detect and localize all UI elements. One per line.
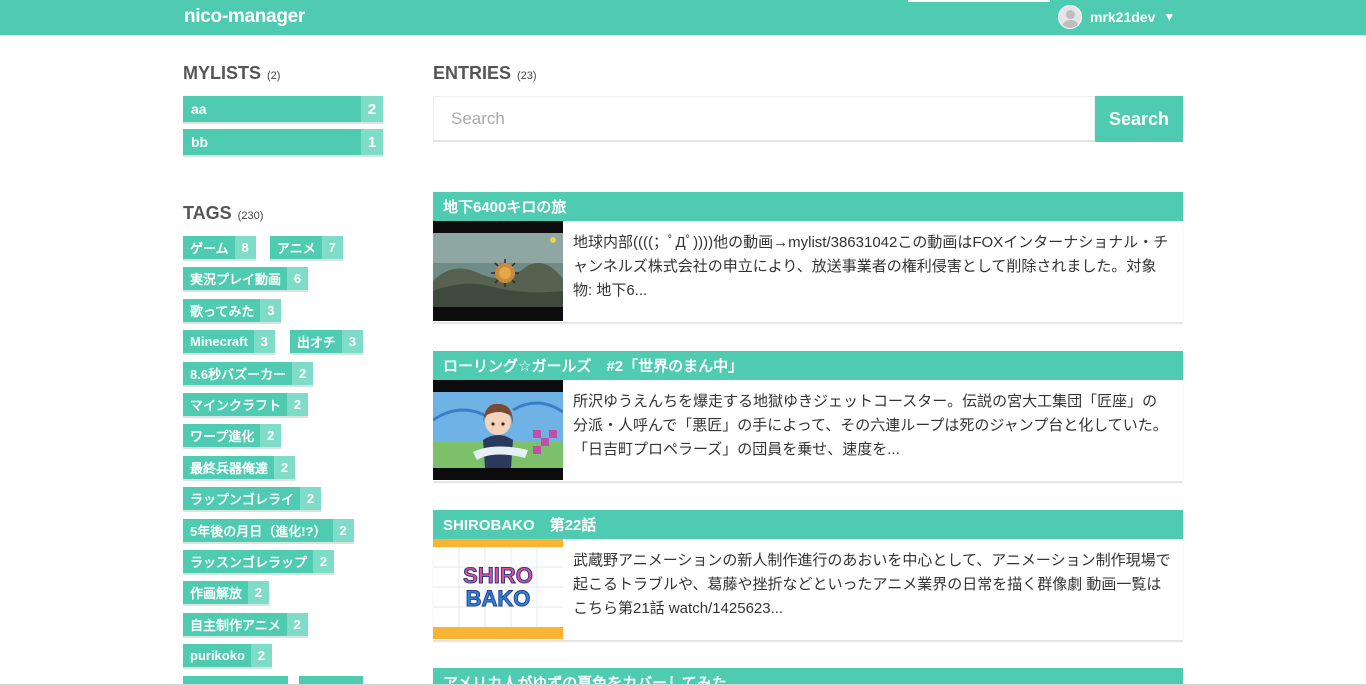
thumbnail-image bbox=[433, 392, 563, 468]
entry-body: 所沢ゆうえんちを爆走する地獄ゆきジェットコースター。伝説の宮大工集団「匠座」の分… bbox=[433, 380, 1183, 481]
tag-item[interactable]: 5年後の月日（進化!?） 2 bbox=[183, 519, 354, 542]
entry-body: SHIRO BAKO 武蔵野アニメーションの新人制作進行のあおいを中心として、ア… bbox=[433, 539, 1183, 640]
tag-label: 作画解放 bbox=[190, 586, 243, 601]
entries-count: (23) bbox=[517, 70, 537, 82]
mylist-item-aa[interactable]: aa 2 bbox=[183, 96, 383, 122]
brand-logo[interactable]: nico-manager bbox=[184, 6, 305, 28]
mylist-label: aa bbox=[191, 101, 207, 117]
username[interactable]: mrk21dev bbox=[1090, 9, 1155, 25]
tag-label: 歌ってみた bbox=[190, 304, 255, 319]
tag-item[interactable]: アニメ 7 bbox=[270, 236, 343, 259]
entry-card: ローリング☆ガールズ #2「世界のまん中」 所沢ゆうえんちを爆走する地獄ゆきジェ… bbox=[433, 351, 1183, 481]
tag-item[interactable]: 出オチ 3 bbox=[290, 330, 364, 353]
tag-item[interactable]: ラップンゴレライ 2 bbox=[183, 487, 322, 510]
video-thumbnail[interactable]: SHIRO BAKO bbox=[433, 539, 563, 639]
tag-label: ラップンゴレライ bbox=[190, 492, 295, 507]
tag-count: 2 bbox=[286, 613, 308, 636]
tag-count: 3 bbox=[260, 299, 282, 322]
video-thumbnail[interactable] bbox=[433, 221, 563, 321]
entry-description: 所沢ゆうえんちを爆走する地獄ゆきジェットコースター。伝説の宮大工集団「匠座」の分… bbox=[573, 393, 1168, 458]
tag-item[interactable]: ワープ進化 2 bbox=[183, 424, 282, 447]
tag-label: 実況プレイ動画 bbox=[190, 272, 282, 287]
top-navbar: nico-manager mrk21dev ▼ bbox=[0, 0, 1366, 35]
tag-item[interactable]: 8.6秒バズーカー 2 bbox=[183, 362, 314, 385]
tag-count: 2 bbox=[300, 487, 322, 510]
mylists-count: (2) bbox=[267, 70, 281, 82]
entry-title[interactable]: SHIROBAKO 第22話 bbox=[433, 510, 1183, 539]
thumbnail-image: SHIRO BAKO bbox=[433, 547, 563, 627]
entry-card: 地下6400キロの旅 地球内部((((；ﾟДﾟ))))他の動画→mylist/3… bbox=[433, 192, 1183, 322]
tag-item[interactable]: 自主制作アニメ 2 bbox=[183, 613, 308, 636]
tag-item[interactable]: Minecraft 3 bbox=[183, 330, 275, 353]
entry-description: 地球内部((((；ﾟДﾟ))))他の動画→mylist/38631042この動画… bbox=[573, 234, 1169, 299]
tag-label: ワープ進化 bbox=[190, 429, 255, 444]
entries-title: ENTRIES bbox=[433, 63, 512, 83]
tag-count: 2 bbox=[292, 362, 314, 385]
tag-count: 2 bbox=[313, 550, 335, 573]
user-menu[interactable]: mrk21dev ▼ bbox=[1058, 5, 1175, 29]
tag-label: purikoko bbox=[190, 648, 245, 663]
mylist-label: bb bbox=[191, 134, 209, 150]
avatar-icon[interactable] bbox=[1058, 5, 1082, 29]
entry-title[interactable]: ローリング☆ガールズ #2「世界のまん中」 bbox=[433, 351, 1183, 380]
tag-count: 2 bbox=[248, 581, 270, 604]
tag-count: 2 bbox=[250, 644, 272, 667]
tags-count: (230) bbox=[237, 210, 264, 222]
tag-item[interactable]: マインクラフト 2 bbox=[183, 393, 309, 416]
tag-count: 2 bbox=[274, 456, 296, 479]
tags-heading: TAGS (230) bbox=[183, 203, 263, 224]
mylists-heading: MYLISTS (2) bbox=[183, 63, 280, 84]
chevron-down-icon[interactable]: ▼ bbox=[1163, 10, 1175, 24]
tag-count: 8 bbox=[234, 236, 256, 259]
entry-body: 地球内部((((；ﾟДﾟ))))他の動画→mylist/38631042この動画… bbox=[433, 221, 1183, 322]
mylists-title: MYLISTS bbox=[183, 63, 262, 83]
tags-title: TAGS bbox=[183, 203, 232, 223]
tag-label: 出オチ bbox=[297, 335, 337, 350]
mylist-count: 1 bbox=[361, 129, 383, 155]
tag-item[interactable]: 最終兵器俺達 2 bbox=[183, 456, 296, 479]
tag-label: ゲーム bbox=[190, 241, 229, 256]
entries-heading: ENTRIES (23) bbox=[433, 63, 537, 84]
tag-item[interactable]: 実況プレイ動画 6 bbox=[183, 267, 309, 290]
entry-title[interactable]: 地下6400キロの旅 bbox=[433, 192, 1183, 221]
tag-label: マインクラフト bbox=[190, 398, 282, 413]
shirobako-logo-line1: SHIRO bbox=[463, 563, 533, 588]
tag-label: アニメ bbox=[277, 241, 316, 256]
tag-label: 自主制作アニメ bbox=[190, 618, 281, 633]
tag-count: 2 bbox=[287, 393, 309, 416]
tag-count: 2 bbox=[332, 519, 354, 542]
tag-count: 2 bbox=[260, 424, 282, 447]
entry-description: 武蔵野アニメーションの新人制作進行のあおいを中心として、アニメーション制作現場で… bbox=[573, 552, 1171, 617]
tag-item[interactable]: ゲーム 8 bbox=[183, 236, 256, 259]
navbar-accent-line bbox=[908, 0, 1050, 2]
tag-label: 最終兵器俺達 bbox=[190, 461, 269, 476]
thumbnail-image bbox=[433, 233, 563, 307]
tag-item[interactable]: 歌ってみた 3 bbox=[183, 299, 282, 322]
shirobako-logo-line2: BAKO bbox=[466, 586, 531, 611]
tag-label: 8.6秒バズーカー bbox=[190, 367, 287, 382]
video-thumbnail[interactable] bbox=[433, 380, 563, 480]
mylist-count: 2 bbox=[361, 96, 383, 122]
tag-item[interactable]: purikoko 2 bbox=[183, 644, 272, 667]
search-input[interactable] bbox=[433, 96, 1095, 142]
tag-count: 7 bbox=[321, 236, 343, 259]
tag-item[interactable]: 作画解放 2 bbox=[183, 581, 270, 604]
tag-count: 3 bbox=[253, 330, 275, 353]
tag-label: 5年後の月日（進化!?） bbox=[190, 524, 327, 539]
tag-count: 6 bbox=[287, 267, 309, 290]
entry-card: SHIROBAKO 第22話 SHIRO BAKO 武蔵野アニメーションの新人制… bbox=[433, 510, 1183, 640]
tag-count: 3 bbox=[342, 330, 364, 353]
tag-item[interactable]: ラッスンゴレラップ 2 bbox=[183, 550, 335, 573]
search-button[interactable]: Search bbox=[1095, 96, 1183, 142]
mylist-item-bb[interactable]: bb 1 bbox=[183, 129, 383, 155]
tag-label: Minecraft bbox=[190, 334, 248, 349]
tag-label: ラッスンゴレラップ bbox=[190, 555, 308, 570]
